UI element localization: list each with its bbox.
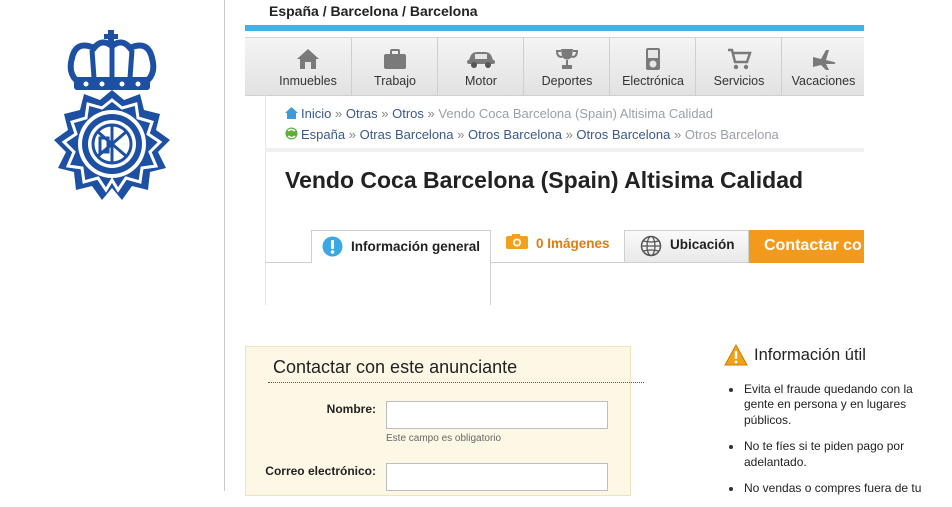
breadcrumb-location: España » Otras Barcelona » Otros Barcelo… xyxy=(285,127,779,142)
globe-recycle-icon xyxy=(285,127,298,140)
category-nav: Inmuebles Trabajo Motor Deportes Electró… xyxy=(245,37,864,96)
breadcrumb-link-otras-barcelona[interactable]: Otras Barcelona xyxy=(360,127,454,142)
info-util-list: Evita el fraude quedando con la gente en… xyxy=(728,382,928,507)
category-motor[interactable]: Motor xyxy=(437,38,524,95)
category-label: Inmuebles xyxy=(279,74,337,88)
cart-icon xyxy=(728,48,752,70)
breadcrumb-current: Vendo Coca Barcelona (Spain) Altisima Ca… xyxy=(438,106,714,121)
police-emblem-icon xyxy=(54,30,170,200)
category-deportes[interactable]: Deportes xyxy=(523,38,610,95)
breadcrumb-link-otros-barcelona-2[interactable]: Otros Barcelona xyxy=(576,127,670,142)
name-input[interactable] xyxy=(386,401,608,429)
breadcrumb-current: Otros Barcelona xyxy=(684,127,779,142)
list-item: Evita el fraude quedando con la gente en… xyxy=(728,382,928,428)
tab-imagenes[interactable]: 0 Imágenes xyxy=(491,230,624,263)
category-electronica[interactable]: Electrónica xyxy=(609,38,696,95)
trophy-icon xyxy=(555,49,579,69)
category-label: Trabajo xyxy=(374,74,416,88)
ad-title: Vendo Coca Barcelona (Spain) Altisima Ca… xyxy=(285,167,804,193)
category-vacaciones[interactable]: Vacaciones xyxy=(781,38,865,95)
category-label: Electrónica xyxy=(622,74,684,88)
warning-icon xyxy=(724,344,748,366)
header-accent-bar xyxy=(245,25,864,31)
tab-panel-border xyxy=(490,262,491,305)
location-breadcrumb[interactable]: España / Barcelona / Barcelona xyxy=(269,3,478,19)
category-label: Motor xyxy=(465,74,497,88)
home-icon xyxy=(285,107,298,119)
left-panel xyxy=(0,0,225,491)
content-divider xyxy=(265,148,864,152)
info-util-title: Información útil xyxy=(754,346,866,364)
category-label: Servicios xyxy=(713,74,765,88)
breadcrumb-link-otros[interactable]: Otros xyxy=(392,106,424,121)
name-hint: Este campo es obligatorio xyxy=(386,433,502,444)
globe-icon xyxy=(640,235,662,257)
form-title-rule xyxy=(268,382,644,383)
tab-contactar[interactable]: Contactar co xyxy=(749,230,864,263)
briefcase-icon xyxy=(384,49,406,69)
list-item: No te fíes si te piden pago por adelanta… xyxy=(728,439,928,470)
name-label: Nombre: xyxy=(326,402,376,416)
tab-informacion-general[interactable]: Información general xyxy=(311,230,491,263)
list-item: No vendas o compres fuera de tu xyxy=(728,481,928,496)
breadcrumb-category: Inicio » Otras » Otros » Vendo Coca Barc… xyxy=(285,106,713,121)
breadcrumb-link-otros-barcelona[interactable]: Otros Barcelona xyxy=(468,127,562,142)
car-icon xyxy=(467,52,495,68)
category-servicios[interactable]: Servicios xyxy=(695,38,782,95)
house-icon xyxy=(297,49,319,69)
category-inmuebles[interactable]: Inmuebles xyxy=(265,38,351,95)
device-icon xyxy=(646,48,660,70)
category-label: Vacaciones xyxy=(791,74,856,88)
plane-icon xyxy=(812,50,835,70)
content-frame-border xyxy=(265,95,266,305)
contact-form-title: Contactar con este anunciante xyxy=(273,357,518,377)
category-trabajo[interactable]: Trabajo xyxy=(351,38,438,95)
info-icon xyxy=(322,236,343,257)
category-label: Deportes xyxy=(541,74,593,88)
email-label: Correo electrónico: xyxy=(265,464,376,478)
camera-icon xyxy=(506,234,528,249)
breadcrumb-link-otras[interactable]: Otras xyxy=(346,106,378,121)
breadcrumb-link-espana[interactable]: España xyxy=(301,127,345,142)
tab-ubicacion[interactable]: Ubicación xyxy=(624,230,749,263)
email-input[interactable] xyxy=(386,463,608,491)
breadcrumb-link-inicio[interactable]: Inicio xyxy=(301,106,331,121)
